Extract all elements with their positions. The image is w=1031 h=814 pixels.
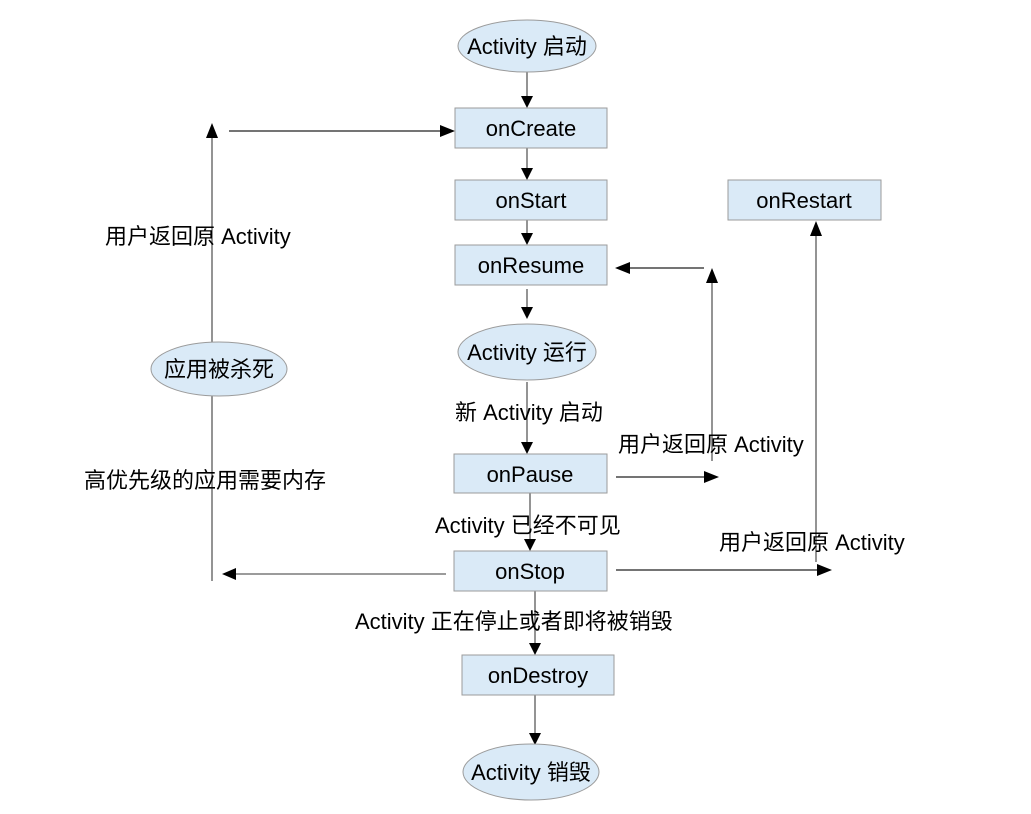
arrowhead-icon <box>521 168 533 180</box>
arrowhead-icon <box>440 125 455 137</box>
arrowhead-icon <box>524 539 536 551</box>
node-onpause: onPause <box>453 453 608 494</box>
node-onrestart: onRestart <box>727 179 882 221</box>
arrowhead-icon <box>704 471 719 483</box>
label-return-from-stop: 用户返回原 Activity <box>719 530 905 555</box>
arrowhead-icon <box>222 568 236 580</box>
arrowhead-icon <box>521 96 533 108</box>
node-app-killed: 应用被杀死 <box>150 341 288 397</box>
arrowhead-icon <box>529 733 541 745</box>
label-return-from-pause: 用户返回原 Activity <box>618 432 804 457</box>
arrowhead-icon <box>706 268 718 283</box>
arrowhead-icon <box>521 307 533 319</box>
node-onstart-label: onStart <box>496 188 567 213</box>
arrowhead-icon <box>521 233 533 245</box>
node-onrestart-label: onRestart <box>756 188 851 213</box>
node-onresume: onResume <box>454 244 608 286</box>
label-new-activity-started: 新 Activity 启动 <box>455 400 603 425</box>
node-onresume-label: onResume <box>478 253 584 278</box>
lifecycle-diagram: Activity 启动 onCreate onStart onResume Ac… <box>84 19 905 801</box>
node-activity-start-label: Activity 启动 <box>467 34 587 59</box>
node-onstop: onStop <box>453 550 608 592</box>
node-oncreate-label: onCreate <box>486 116 577 141</box>
arrowhead-icon <box>529 643 541 655</box>
arrowhead-icon <box>521 442 533 454</box>
arrowhead-icon <box>206 123 218 138</box>
node-oncreate: onCreate <box>454 107 608 149</box>
arrowhead-icon <box>817 564 832 576</box>
label-activity-stopping: Activity 正在停止或者即将被销毁 <box>355 609 673 634</box>
arrowhead-icon <box>810 221 822 236</box>
node-activity-destroyed-label: Activity 销毁 <box>471 760 591 785</box>
node-onstart: onStart <box>454 179 608 221</box>
label-memory-needed: 高优先级的应用需要内存 <box>84 468 326 493</box>
label-return-from-killed: 用户返回原 Activity <box>105 224 291 249</box>
node-onstop-label: onStop <box>495 559 565 584</box>
node-app-killed-label: 应用被杀死 <box>164 357 274 382</box>
arrowhead-icon <box>615 262 630 274</box>
node-activity-running-label: Activity 运行 <box>467 340 587 365</box>
node-activity-start: Activity 启动 <box>457 19 597 73</box>
node-ondestroy-label: onDestroy <box>488 663 588 688</box>
node-activity-destroyed: Activity 销毁 <box>462 743 600 801</box>
node-ondestroy: onDestroy <box>461 654 615 696</box>
label-activity-not-visible: Activity 已经不可见 <box>435 513 621 538</box>
node-onpause-label: onPause <box>487 462 574 487</box>
node-activity-running: Activity 运行 <box>457 323 597 381</box>
